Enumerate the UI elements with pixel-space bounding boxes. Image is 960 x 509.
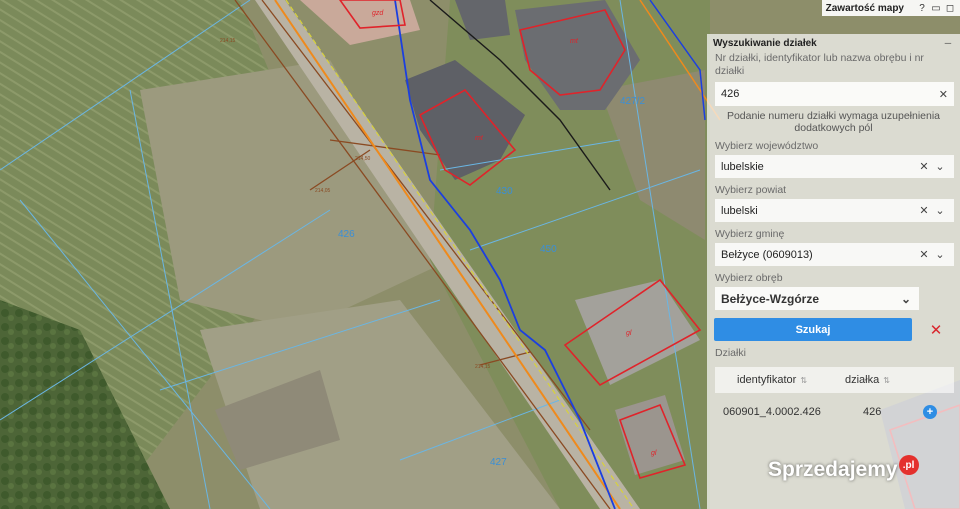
panel-header: Wyszukiwanie działek ─: [707, 34, 960, 52]
parcel-label-426: 426: [338, 229, 355, 240]
search-hint: Podanie numeru działki wymaga uzupełnien…: [726, 110, 941, 134]
clear-icon[interactable]: ✕: [916, 204, 932, 217]
close-icon[interactable]: ─: [942, 38, 954, 48]
column-identyfikator[interactable]: identyfikator ⇅: [715, 374, 825, 386]
search-actions: Szukaj ✕: [714, 318, 954, 341]
watermark-text: Sprzedajemy: [768, 458, 898, 481]
row-parcel: 426: [863, 406, 882, 418]
column-dzialka[interactable]: działka ⇅: [825, 374, 915, 386]
powiat-value: lubelski: [721, 204, 758, 217]
obreb-value: Bełżyce-Wzgórze: [721, 291, 820, 306]
building-label-c: gl: [626, 330, 632, 337]
powiat-label: Wybierz powiat: [715, 184, 787, 196]
parcel-label-430: 430: [496, 186, 513, 197]
powiat-select[interactable]: lubelski ✕ ⌄: [715, 199, 954, 222]
gmina-select[interactable]: Bełżyce (0609013) ✕ ⌄: [715, 243, 954, 266]
row-identifier: 060901_4.0002.426: [723, 406, 821, 418]
column-dzialka-label: działka: [845, 374, 880, 386]
clear-input-icon[interactable]: ✕: [939, 88, 948, 101]
chevron-down-icon[interactable]: ⌄: [899, 292, 913, 306]
parcel-search-value: 426: [721, 88, 740, 100]
building-label-d: gl: [651, 450, 657, 457]
parcel-search-input[interactable]: 426 ✕: [715, 82, 954, 106]
clear-icon[interactable]: ✕: [916, 160, 932, 173]
parcel-search-panel: Wyszukiwanie działek ─ Nr działki, ident…: [707, 34, 960, 509]
results-label: Działki: [715, 347, 746, 359]
add-icon[interactable]: +: [923, 405, 937, 419]
parcel-label-427: 427: [490, 457, 507, 468]
wojewodztwo-value: lubelskie: [721, 160, 764, 173]
gmina-label: Wybierz gminę: [715, 228, 785, 240]
obreb-label: Wybierz obręb: [715, 272, 783, 284]
results-header: identyfikator ⇅ działka ⇅: [715, 367, 954, 393]
obreb-select[interactable]: Bełżyce-Wzgórze ⌄: [715, 287, 919, 310]
reset-icon[interactable]: ✕: [928, 321, 944, 339]
watermark-badge: .pl: [898, 455, 919, 475]
table-row[interactable]: 060901_4.0002.426 426 +: [715, 403, 954, 421]
search-button[interactable]: Szukaj: [714, 318, 912, 341]
watermark-logo: Sprzedajemy .pl: [768, 455, 919, 482]
building-label-a: mt: [570, 38, 579, 45]
obreb-row: Bełżyce-Wzgórze ⌄: [715, 287, 954, 310]
parcel-label-427-2: 427/2: [620, 96, 645, 107]
sort-icon[interactable]: ⇅: [800, 376, 807, 385]
svg-text:214,50: 214,50: [355, 156, 371, 162]
wojewodztwo-select[interactable]: lubelskie ✕ ⌄: [715, 155, 954, 178]
map-content-title[interactable]: Zawartość mapy: [826, 3, 904, 14]
svg-text:214,05: 214,05: [315, 188, 331, 194]
building-label-b: mt: [475, 135, 484, 142]
minimize-icon[interactable]: ▭: [930, 3, 942, 14]
help-icon[interactable]: ?: [916, 3, 928, 14]
panel-title: Wyszukiwanie działek: [713, 37, 817, 49]
chevron-down-icon[interactable]: ⌄: [932, 204, 948, 217]
chevron-down-icon[interactable]: ⌄: [932, 160, 948, 173]
window-icon[interactable]: ◻: [944, 3, 956, 14]
gmina-value: Bełżyce (0609013): [721, 248, 813, 261]
parcel-label-450: 450: [540, 244, 557, 255]
column-identyfikator-label: identyfikator: [737, 374, 797, 386]
wojewodztwo-label: Wybierz województwo: [715, 140, 819, 152]
parcel-field-label: Nr działki, identyfikator lub nazwa obrę…: [715, 52, 924, 77]
building-label-e: gzd: [372, 10, 384, 17]
map-content-bar: Zawartość mapy ? ▭ ◻: [821, 0, 960, 16]
chevron-down-icon[interactable]: ⌄: [932, 248, 948, 261]
results-table: identyfikator ⇅ działka ⇅ 060901_4.0002.…: [715, 367, 954, 421]
sort-icon[interactable]: ⇅: [883, 376, 890, 385]
svg-text:214,15: 214,15: [475, 364, 491, 370]
svg-text:214,15: 214,15: [220, 38, 236, 44]
clear-icon[interactable]: ✕: [916, 248, 932, 261]
